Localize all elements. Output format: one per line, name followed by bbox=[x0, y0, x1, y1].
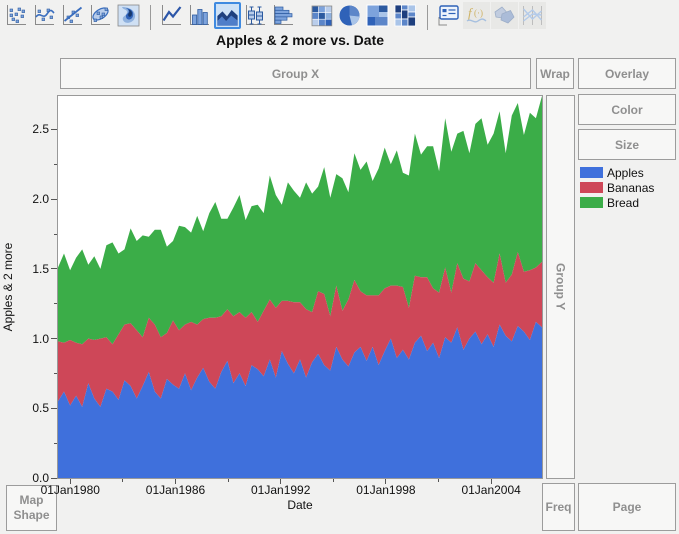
treemap-tool-button[interactable] bbox=[364, 2, 391, 29]
area-tool-button[interactable] bbox=[214, 1, 241, 29]
ellipse-tool-button[interactable] bbox=[87, 2, 114, 29]
x-minor-tick bbox=[438, 479, 440, 482]
line-of-fit-tool-button[interactable] bbox=[59, 2, 86, 29]
bar-icon bbox=[190, 4, 209, 25]
y-tick-label: 1.0 bbox=[32, 331, 49, 346]
drop-zone-map-shape-label: Map Shape bbox=[13, 493, 50, 522]
y-major-tick bbox=[51, 338, 57, 340]
y-tick-label: 0.5 bbox=[32, 401, 49, 416]
mosaic-tool-button[interactable] bbox=[392, 2, 419, 29]
smoother-icon bbox=[35, 4, 55, 25]
toolbar-separator bbox=[150, 5, 151, 30]
heatmap-tool-button[interactable] bbox=[308, 2, 335, 29]
pie-tool-button[interactable] bbox=[336, 2, 363, 29]
drop-zone-group-x-label: Group X bbox=[271, 66, 320, 81]
drop-zone-group-y-label: Group Y bbox=[553, 263, 568, 311]
y-major-tick bbox=[51, 198, 57, 200]
y-minor-tick bbox=[54, 303, 57, 305]
y-major-tick bbox=[51, 407, 57, 409]
legend-label: Bread bbox=[607, 195, 640, 210]
y-major-tick bbox=[51, 268, 57, 270]
drop-zone-freq[interactable]: Freq bbox=[542, 483, 575, 531]
chart-title: Apples & 2 more vs. Date bbox=[215, 32, 385, 48]
caption-box-tool-button[interactable] bbox=[435, 2, 462, 29]
legend-swatch bbox=[580, 182, 603, 193]
x-tick-label: 01Jan1998 bbox=[356, 483, 416, 497]
y-minor-tick bbox=[54, 372, 57, 374]
x-tick-label: 01Jan1992 bbox=[251, 483, 311, 497]
drop-zone-overlay[interactable]: Overlay bbox=[578, 58, 676, 89]
drop-zone-group-y[interactable]: Group Y bbox=[546, 95, 575, 479]
line-icon bbox=[162, 4, 182, 25]
legend: Apples Bananas Bread bbox=[580, 165, 654, 210]
smoother-tool-button[interactable] bbox=[31, 2, 58, 29]
box-plot-icon bbox=[246, 4, 265, 25]
y-minor-tick bbox=[54, 163, 57, 165]
y-axis-title: Apples & 2 more bbox=[1, 242, 15, 332]
x-tick-label: 01Jan2004 bbox=[461, 483, 521, 497]
y-tick-label: 2.5 bbox=[32, 122, 49, 137]
x-minor-tick bbox=[227, 479, 229, 482]
y-minor-tick bbox=[54, 233, 57, 235]
x-axis-title: Date bbox=[287, 498, 313, 512]
stacked-area-chart bbox=[58, 96, 542, 478]
drop-zone-overlay-label: Overlay bbox=[604, 66, 650, 81]
line-tool-button[interactable] bbox=[158, 2, 185, 29]
y-minor-tick bbox=[54, 442, 57, 444]
legend-label: Apples bbox=[607, 165, 644, 180]
drop-zone-size-label: Size bbox=[614, 137, 639, 152]
map-shapes-icon bbox=[494, 5, 515, 23]
ellipse-icon bbox=[91, 4, 110, 25]
drop-zone-color-label: Color bbox=[611, 102, 643, 117]
x-minor-tick bbox=[332, 479, 334, 482]
legend-swatch bbox=[580, 167, 603, 178]
drop-zone-wrap[interactable]: Wrap bbox=[536, 58, 574, 89]
toolbar-separator bbox=[427, 5, 428, 30]
drop-zone-wrap-label: Wrap bbox=[540, 66, 570, 81]
area-icon bbox=[216, 4, 239, 26]
contour-icon bbox=[117, 4, 140, 26]
parallel-plot-icon bbox=[522, 5, 543, 25]
mosaic-icon bbox=[394, 4, 416, 26]
pie-icon bbox=[339, 5, 360, 25]
legend-item[interactable]: Bread bbox=[580, 195, 654, 210]
y-major-tick bbox=[51, 128, 57, 130]
formula-tool-button[interactable]: f (·) bbox=[463, 1, 490, 29]
legend-item[interactable]: Apples bbox=[580, 165, 654, 180]
box-plot-tool-button[interactable] bbox=[242, 2, 269, 29]
contour-tool-button[interactable] bbox=[115, 2, 142, 29]
drop-zone-page[interactable]: Page bbox=[578, 483, 676, 531]
caption-box-icon bbox=[438, 4, 459, 25]
bar-tool-button[interactable] bbox=[186, 2, 213, 29]
legend-item[interactable]: Bananas bbox=[580, 180, 654, 195]
drop-zone-group-x[interactable]: Group X bbox=[60, 58, 531, 89]
plot-area[interactable] bbox=[57, 95, 543, 479]
element-type-toolbar: f (·) bbox=[0, 0, 679, 30]
treemap-icon bbox=[366, 4, 389, 26]
legend-label: Bananas bbox=[607, 180, 655, 195]
points-icon bbox=[7, 4, 26, 25]
points-tool-button[interactable] bbox=[3, 2, 30, 29]
legend-swatch bbox=[580, 197, 603, 208]
parallel-plot-tool-button[interactable] bbox=[519, 1, 546, 29]
graph-builder-window: f (·) Apples & 2 more vs. Date Group X Wr… bbox=[0, 0, 679, 534]
drop-zone-freq-label: Freq bbox=[545, 500, 572, 514]
drop-zone-color[interactable]: Color bbox=[578, 94, 676, 125]
y-tick-label: 1.5 bbox=[32, 261, 49, 276]
heatmap-icon bbox=[311, 5, 333, 26]
drop-zone-size[interactable]: Size bbox=[578, 129, 676, 160]
histogram-tool-button[interactable] bbox=[270, 2, 297, 29]
x-tick-label: 01Jan1986 bbox=[145, 483, 206, 497]
line-of-fit-icon bbox=[63, 4, 83, 25]
formula-icon: f (·) bbox=[466, 5, 487, 23]
x-minor-tick bbox=[122, 479, 124, 482]
svg-text:(·): (·) bbox=[474, 8, 483, 18]
x-tick-label: 01Jan1980 bbox=[40, 483, 100, 497]
y-major-tick bbox=[51, 477, 57, 479]
y-tick-label: 2.0 bbox=[32, 192, 49, 207]
drop-zone-page-label: Page bbox=[612, 500, 642, 514]
map-shapes-tool-button[interactable] bbox=[491, 1, 518, 29]
histogram-icon bbox=[274, 4, 293, 25]
